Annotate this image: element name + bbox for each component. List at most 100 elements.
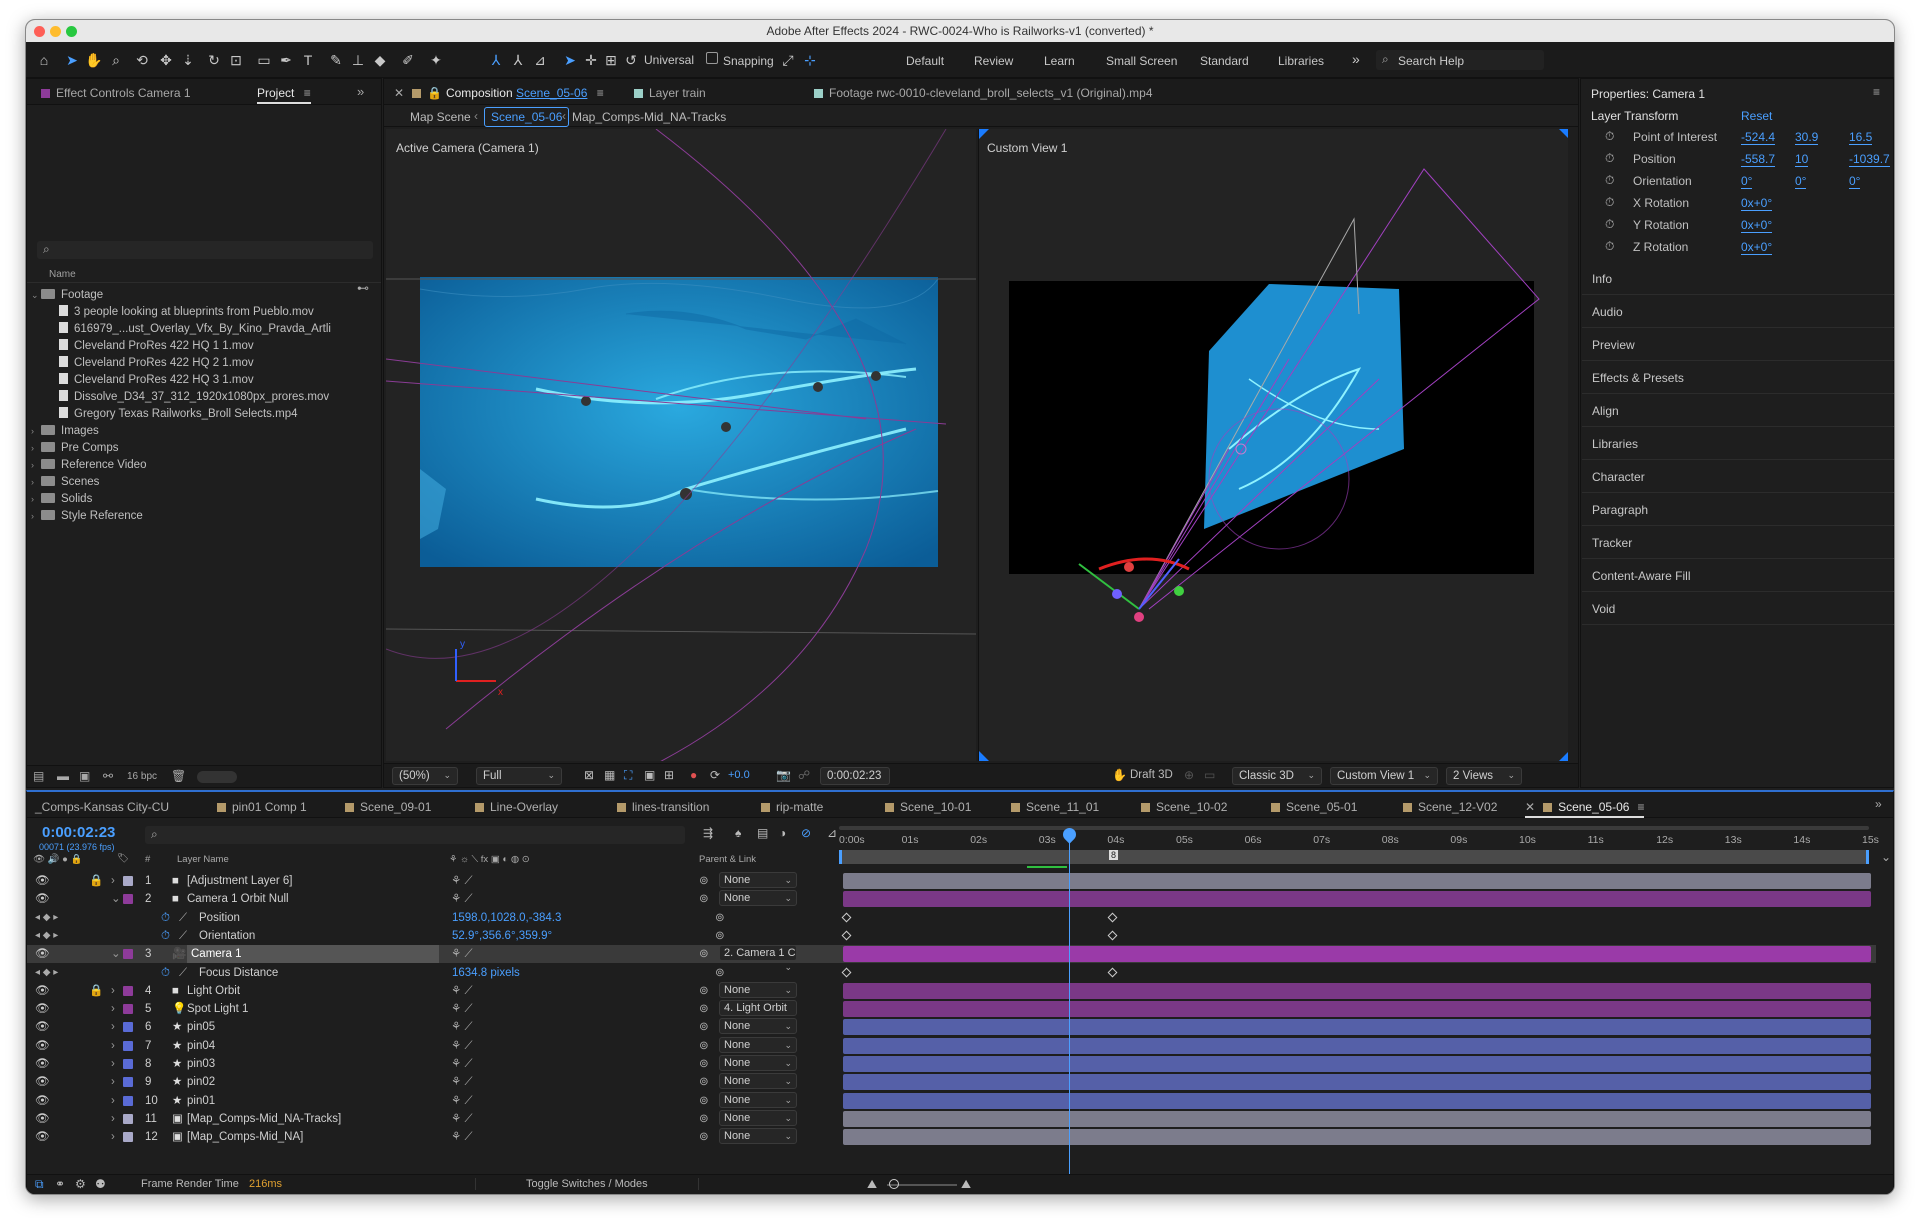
layer-name[interactable]: Camera 1 Orbit Null <box>187 890 289 908</box>
stopwatch-icon[interactable]: ⏱ <box>1605 151 1614 166</box>
layer-switches-icon[interactable]: ⚘ ⟋ <box>451 1128 473 1146</box>
timeline-tab[interactable]: lines-transition <box>617 800 709 814</box>
show-snapshot-icon[interactable]: ☍ <box>798 768 810 782</box>
custom-view-viewer[interactable]: Custom View 1 <box>978 129 1568 761</box>
layer-row[interactable]: 👁 ⌄ 3 🎥 Camera 1 ⚘ ⟋ ⊚ 2. Camera 1 C ⌄ <box>27 945 1876 972</box>
expand-layer-icon[interactable]: › <box>111 1000 115 1018</box>
keyframe-icon[interactable] <box>841 930 852 941</box>
property-value[interactable]: 30.9 <box>1795 130 1819 145</box>
layer-name[interactable]: Spot Light 1 <box>187 1000 248 1018</box>
keyframe-icon[interactable] <box>1107 912 1118 923</box>
layer-row[interactable]: 👁 🔒 › 4 ■ Light Orbit ⚘ ⟋ ⊚ None ⌄ <box>27 981 1876 1000</box>
expression-icon[interactable]: ⊚ <box>715 909 725 927</box>
layer-duration-bar[interactable] <box>843 1074 1871 1091</box>
layer-switches-icon[interactable]: ⚘ ⟋ <box>451 1073 473 1091</box>
timeline-tab[interactable]: Scene_10-02 <box>1141 800 1227 814</box>
timeline-tab[interactable]: Scene_09-01 <box>345 800 431 814</box>
property-value[interactable]: 0° <box>1795 174 1807 189</box>
timeline-zoom-knob[interactable] <box>889 1179 899 1189</box>
graph-editor-icon[interactable]: ⊿ <box>827 826 837 840</box>
layer-name[interactable]: pin05 <box>187 1018 215 1036</box>
panel-align[interactable]: Align <box>1582 395 1894 427</box>
switches-header-icon[interactable]: ⚘ ☼ ⟍ fx ▣ ◐ ◍ ⊙ <box>449 854 530 865</box>
visibility-eye-icon[interactable]: 👁 <box>35 1000 50 1018</box>
zoom-out-icon[interactable]: ⛰ <box>867 1177 877 1192</box>
property-row[interactable]: ◂ ◆ ▸ ⏱ ⟋ Orientation 52.9°,356.6°,359.9° ⊚ <box>27 927 1876 945</box>
layer-duration-bar[interactable] <box>843 1056 1871 1072</box>
shy-layers-icon[interactable]: ♠ <box>735 826 741 840</box>
puppet-tool-icon[interactable]: ✦ <box>426 50 446 70</box>
layer-label-color[interactable] <box>123 1095 133 1106</box>
zoom-in-icon[interactable]: ⛰ <box>961 1177 971 1192</box>
workspace-small-screen[interactable]: Small Screen <box>1106 54 1177 68</box>
panel-preview[interactable]: Preview <box>1582 329 1894 361</box>
rotate-gizmo-icon[interactable]: ↺ <box>621 50 641 70</box>
expression-icon[interactable]: ⊚ <box>715 964 725 982</box>
parent-dropdown[interactable]: None ⌄ <box>719 1018 797 1035</box>
parent-dropdown[interactable]: None ⌄ <box>719 1128 797 1145</box>
property-row[interactable]: ◂ ◆ ▸ ⏱ ⟋ Position 1598.0,1028.0,-384.3 ⊚ <box>27 909 1876 927</box>
layer-switches-icon[interactable]: ⚘ ⟋ <box>451 1018 473 1036</box>
stopwatch-icon[interactable]: ⏱ <box>1605 129 1614 144</box>
layer-duration-bar[interactable] <box>843 873 1871 889</box>
search-help-field[interactable]: ⌕ Search Help <box>1376 50 1544 70</box>
parent-dropdown[interactable]: None ⌄ <box>719 1091 797 1108</box>
layer-duration-bar[interactable] <box>843 891 1871 908</box>
timeline-tab[interactable]: Scene_11_01 <box>1011 800 1099 814</box>
graph-icon[interactable]: ⟋ <box>179 927 187 945</box>
layer-name[interactable]: pin03 <box>187 1055 215 1073</box>
breadcrumb-map-comps-tracks[interactable]: Map_Comps-Mid_NA-Tracks <box>572 110 726 124</box>
visibility-eye-icon[interactable]: 👁 <box>35 1055 50 1073</box>
layer-label-color[interactable] <box>123 876 133 886</box>
timeline-zoom-icon[interactable]: ⌄ <box>1881 850 1891 864</box>
breadcrumb-map-scene[interactable]: Map Scene <box>410 110 471 124</box>
graph-icon[interactable]: ⟋ <box>179 964 187 982</box>
view-axis-icon[interactable]: ⊿ <box>530 50 550 70</box>
draft-3d-label[interactable]: Draft 3D <box>1130 769 1173 781</box>
tab-menu-icon[interactable]: ≡ <box>1637 800 1644 814</box>
parent-dropdown[interactable]: None ⌄ <box>719 1055 797 1071</box>
layer-name[interactable]: [Map_Comps-Mid_NA-Tracks] <box>187 1110 341 1128</box>
scale-gizmo-icon[interactable]: ⊞ <box>601 50 621 70</box>
channel-icon[interactable]: ● <box>690 768 697 782</box>
stopwatch-icon[interactable]: ⏱ <box>161 927 170 945</box>
layer-name[interactable]: pin02 <box>187 1073 215 1091</box>
visibility-eye-icon[interactable]: 👁 <box>35 872 50 890</box>
pickwhip-icon[interactable]: ⊚ <box>699 982 709 1000</box>
parent-dropdown[interactable]: None ⌄ <box>719 1109 797 1126</box>
property-value[interactable]: 16.5 <box>1849 130 1873 145</box>
layer-switches-icon[interactable]: ⚘ ⟋ <box>451 1110 473 1128</box>
layer-duration-bar[interactable] <box>843 982 1871 999</box>
adjust-settings-icon[interactable]: ⚯ <box>103 769 113 783</box>
expand-layer-icon[interactable]: › <box>111 982 115 1000</box>
grid-guides-icon[interactable]: ⊞ <box>664 768 674 782</box>
layer-label-color[interactable] <box>123 1004 133 1015</box>
current-time-field[interactable]: 0:00:02:23 <box>820 767 890 785</box>
expand-layer-icon[interactable]: › <box>111 1110 115 1128</box>
layer-switches-icon[interactable]: ⚘ ⟋ <box>451 1092 473 1110</box>
layer-switches-icon[interactable]: ⚘ ⟋ <box>451 945 473 963</box>
pan-camera-icon[interactable]: ✥ <box>156 50 176 70</box>
property-value[interactable]: 0x+0° <box>1741 218 1773 233</box>
property-value[interactable]: 10 <box>1795 152 1809 167</box>
layer-label-color[interactable] <box>123 985 133 996</box>
tab-composition[interactable]: 🔒 Composition Scene_05-06 ≡ <box>412 86 604 100</box>
timeline-current-time[interactable]: 0:00:02:23 <box>42 824 115 841</box>
pickwhip-icon[interactable]: ⊚ <box>699 1000 709 1018</box>
timeline-tab[interactable]: Scene_12-V02 <box>1403 800 1497 814</box>
stopwatch-icon[interactable]: ⏱ <box>161 909 170 927</box>
expand-layer-icon[interactable]: › <box>111 872 115 890</box>
name-column-header[interactable]: Name <box>49 269 76 280</box>
layer-duration-bar[interactable] <box>843 946 1871 963</box>
layer-row[interactable]: 👁 › 5 💡Spot Light 1 ⚘ ⟋ ⊚ 4. Light Orbit⌄ <box>27 1000 1876 1027</box>
motion-blur-icon[interactable]: ◑ <box>779 826 786 840</box>
property-value[interactable]: -558.7 <box>1741 152 1776 167</box>
layer-switches-icon[interactable]: ⚘ ⟋ <box>451 1000 473 1018</box>
stopwatch-icon[interactable]: ⏱ <box>1605 195 1614 210</box>
parent-dropdown[interactable]: None ⌄ <box>719 872 797 888</box>
layer-name[interactable]: pin04 <box>187 1037 215 1055</box>
pan-behind-icon[interactable]: ⊡ <box>226 50 246 70</box>
magnification-dropdown[interactable]: (50%) ⌄ <box>392 767 458 785</box>
pickwhip-icon[interactable]: ⊚ <box>699 1092 709 1110</box>
roto-brush-icon[interactable]: ✐ <box>398 50 418 70</box>
